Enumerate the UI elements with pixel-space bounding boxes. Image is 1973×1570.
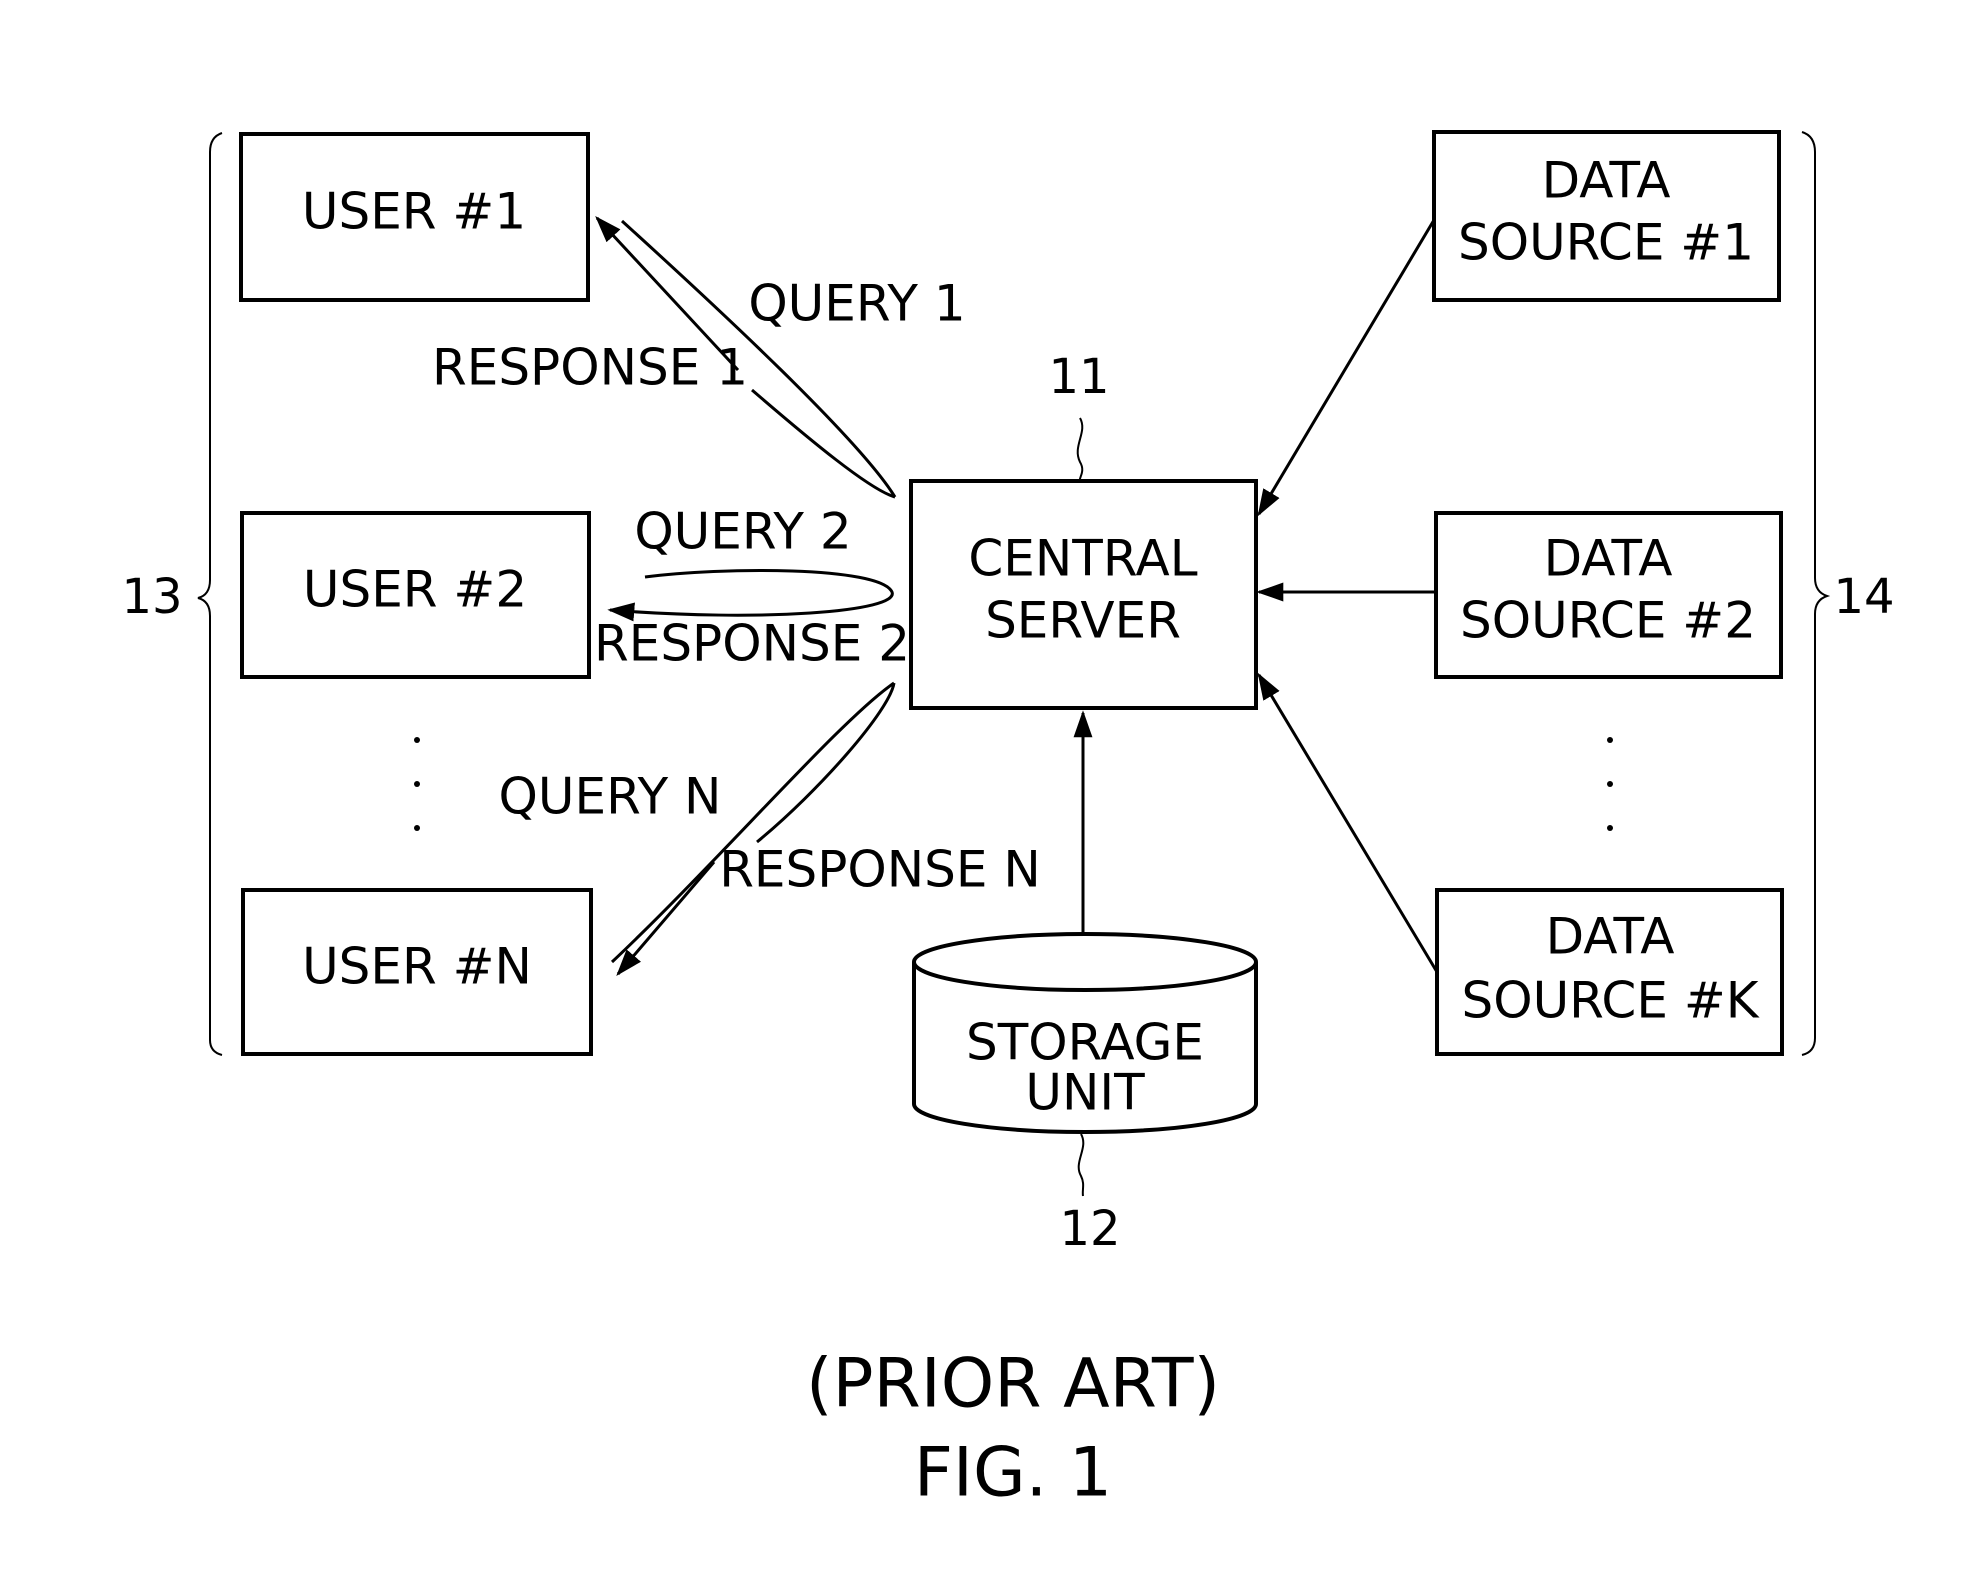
data-source-box-2-line2: SOURCE #2 — [1460, 592, 1756, 650]
storage-unit-ref-number: 12 — [1059, 1201, 1120, 1257]
central-server-label-line1: CENTRAL — [968, 530, 1197, 588]
data-source-box-2: DATA SOURCE #2 — [1434, 511, 1783, 679]
query-1-label: QUERY 1 — [748, 275, 965, 333]
query-2-response-2-flow — [607, 568, 894, 622]
query-2-label: QUERY 2 — [634, 503, 851, 561]
data-sources-group-brace — [1801, 131, 1831, 1056]
data-source-box-k-line1: DATA — [1546, 908, 1675, 966]
prior-art-caption: (PRIOR ART) — [806, 1345, 1220, 1424]
user-box-2: USER #2 — [240, 511, 591, 679]
user-box-n: USER #N — [241, 888, 593, 1056]
users-group-brace — [197, 132, 223, 1056]
response-2-label: RESPONSE 2 — [594, 615, 910, 673]
data-source-1-to-server-arrow — [1257, 219, 1436, 517]
data-source-box-2-line1: DATA — [1544, 530, 1673, 588]
data-source-box-k-line2: SOURCE #K — [1461, 972, 1759, 1030]
storage-unit-label-line2: UNIT — [1025, 1064, 1145, 1122]
data-sources-ellipsis — [1607, 737, 1613, 831]
data-source-box-1-line1: DATA — [1542, 152, 1671, 210]
user-box-1-label: USER #1 — [302, 183, 526, 241]
central-server-ref-number: 11 — [1048, 349, 1109, 405]
user-box-2-label: USER #2 — [303, 561, 527, 619]
users-group-ref-number: 13 — [121, 569, 182, 625]
data-source-box-1: DATA SOURCE #1 — [1432, 130, 1781, 302]
system-diagram: 13 14 USER #1 USER #2 USER #N 11 CENTRAL… — [121, 130, 1895, 1513]
data-source-box-1-line2: SOURCE #1 — [1458, 214, 1754, 272]
data-source-k-to-server-arrow — [1257, 672, 1439, 973]
response-n-flow-upper — [756, 682, 896, 844]
user-box-n-label: USER #N — [302, 938, 532, 996]
central-server-leader-line — [1076, 417, 1084, 483]
data-sources-group-ref-number: 14 — [1833, 569, 1894, 625]
storage-unit-leader-line — [1077, 1133, 1085, 1197]
central-server-label-line2: SERVER — [985, 592, 1181, 650]
response-1-label: RESPONSE 1 — [432, 339, 748, 397]
response-n-flow-lower — [616, 861, 716, 977]
figure-number-caption: FIG. 1 — [914, 1434, 1112, 1513]
central-server-box: CENTRAL SERVER — [909, 479, 1258, 710]
query-n-label: QUERY N — [499, 768, 722, 826]
user-box-1: USER #1 — [239, 132, 590, 302]
users-ellipsis — [414, 737, 420, 831]
response-1-flow-lower — [751, 388, 896, 499]
storage-unit-cylinder: STORAGE UNIT — [912, 932, 1258, 1134]
response-n-label: RESPONSE N — [719, 841, 1041, 899]
data-source-box-k: DATA SOURCE #K — [1435, 888, 1784, 1056]
